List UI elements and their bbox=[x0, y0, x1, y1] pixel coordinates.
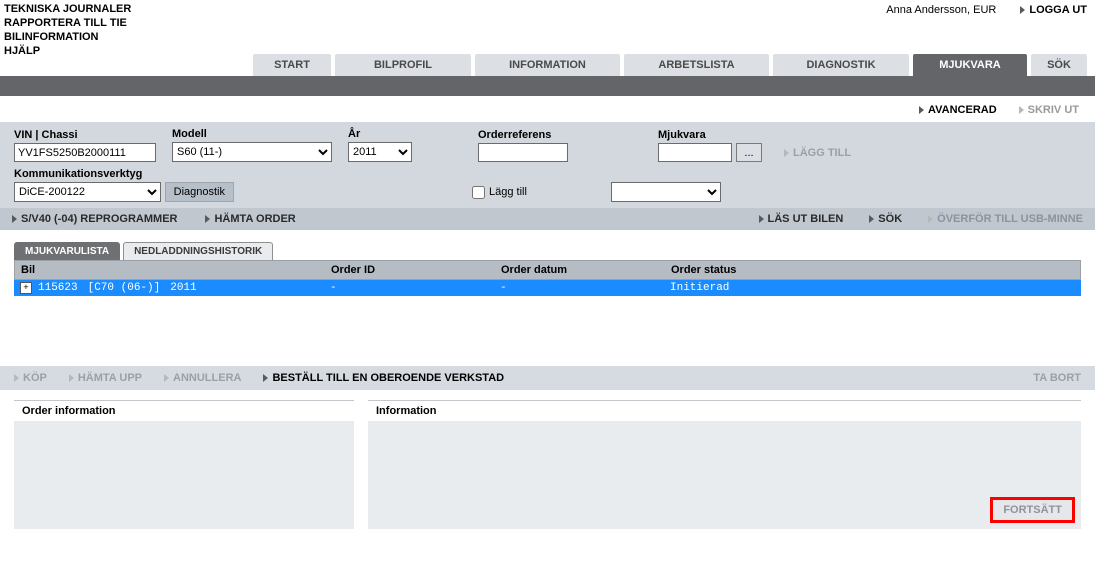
comm-select[interactable]: DiCE-200122 bbox=[14, 182, 161, 202]
search-link[interactable]: SÖK bbox=[869, 213, 902, 225]
fetch-order-link[interactable]: HÄMTA ORDER bbox=[205, 213, 295, 225]
th-orderid: Order ID bbox=[331, 264, 501, 276]
tab-start[interactable]: START bbox=[253, 54, 331, 76]
top-nav-links: TEKNISKA JOURNALER RAPPORTERA TILL TIE B… bbox=[4, 2, 131, 58]
usb-transfer-link: ÖVERFÖR TILL USB-MINNE bbox=[928, 213, 1083, 225]
comm-label: Kommunikationsverktyg bbox=[14, 168, 234, 180]
reprogrammer-link[interactable]: S/V40 (-04) REPROGRAMMER bbox=[12, 213, 177, 225]
action-bar: S/V40 (-04) REPROGRAMMER HÄMTA ORDER LÄS… bbox=[0, 208, 1095, 230]
row-year: 2011 bbox=[170, 282, 196, 294]
table-header: Bil Order ID Order datum Order status bbox=[14, 260, 1081, 280]
add-link: LÄGG TILL bbox=[784, 147, 851, 159]
info-title: Information bbox=[368, 401, 1081, 421]
th-orderdate: Order datum bbox=[501, 264, 671, 276]
caret-icon bbox=[69, 374, 74, 382]
link-report-tie[interactable]: RAPPORTERA TILL TIE bbox=[4, 16, 131, 30]
caret-icon bbox=[1020, 6, 1025, 14]
orderref-label: Orderreferens bbox=[478, 129, 598, 141]
tab-arbetslista[interactable]: ARBETSLISTA bbox=[624, 54, 769, 76]
software-browse-button[interactable]: ... bbox=[736, 143, 762, 162]
caret-icon bbox=[919, 106, 924, 114]
software-input[interactable] bbox=[658, 143, 732, 162]
print-link[interactable]: SKRIV UT bbox=[1019, 104, 1079, 116]
cancel-link: ANNULLERA bbox=[164, 372, 241, 384]
continue-button[interactable]: FORTSÄTT bbox=[990, 497, 1075, 523]
table-row[interactable]: + 115623 [C70 (06-)] 2011 - - Initierad bbox=[14, 280, 1081, 296]
lower-action-bar: KÖP HÄMTA UPP ANNULLERA BESTÄLL TILL EN … bbox=[0, 366, 1095, 390]
add-checkbox-label: Lägg till bbox=[489, 186, 527, 198]
order-info-body bbox=[14, 421, 354, 529]
main-nav-tabs: START BILPROFIL INFORMATION ARBETSLISTA … bbox=[0, 54, 1095, 76]
pickup-link: HÄMTA UPP bbox=[69, 372, 142, 384]
subtab-software-list[interactable]: MJUKVARULISTA bbox=[14, 242, 120, 260]
caret-icon bbox=[164, 374, 169, 382]
buy-link: KÖP bbox=[14, 372, 47, 384]
add-checkbox[interactable] bbox=[472, 186, 485, 199]
caret-icon bbox=[928, 215, 933, 223]
model-label: Modell bbox=[172, 128, 332, 140]
tab-bilprofil[interactable]: BILPROFIL bbox=[335, 54, 471, 76]
info-panel: Information FORTSÄTT bbox=[368, 400, 1081, 529]
th-orderstatus: Order status bbox=[671, 264, 1074, 276]
row-status: Initierad bbox=[670, 282, 1075, 294]
order-info-panel: Order information bbox=[14, 400, 354, 529]
caret-icon bbox=[869, 215, 874, 223]
link-help[interactable]: HJÄLP bbox=[4, 44, 131, 58]
extra-select[interactable] bbox=[611, 182, 721, 202]
diagnostik-button[interactable]: Diagnostik bbox=[165, 182, 234, 202]
model-select[interactable]: S60 (11-) bbox=[172, 142, 332, 162]
tab-sok[interactable]: SÖK bbox=[1031, 54, 1087, 76]
order-independent-link[interactable]: BESTÄLL TILL EN OBEROENDE VERKSTAD bbox=[263, 372, 504, 384]
caret-icon bbox=[759, 215, 764, 223]
info-body: FORTSÄTT bbox=[368, 421, 1081, 529]
vin-input[interactable] bbox=[14, 143, 156, 162]
caret-icon bbox=[263, 374, 268, 382]
caret-icon bbox=[205, 215, 210, 223]
tab-information[interactable]: INFORMATION bbox=[475, 54, 620, 76]
filter-panel: VIN | Chassi Modell S60 (11-) År 2011 Or… bbox=[0, 122, 1095, 208]
row-model: [C70 (06-)] bbox=[88, 282, 161, 294]
th-bil: Bil bbox=[21, 264, 331, 276]
link-journals[interactable]: TEKNISKA JOURNALER bbox=[4, 2, 131, 16]
year-select[interactable]: 2011 bbox=[348, 142, 412, 162]
advanced-link[interactable]: AVANCERAD bbox=[919, 104, 997, 116]
expand-icon[interactable]: + bbox=[20, 282, 32, 294]
tab-mjukvara[interactable]: MJUKVARA bbox=[913, 54, 1027, 76]
row-id: 115623 bbox=[38, 282, 78, 294]
read-car-link[interactable]: LÄS UT BILEN bbox=[759, 213, 844, 225]
subtab-download-history[interactable]: NEDLADDNINGSHISTORIK bbox=[123, 242, 273, 260]
tab-diagnostik[interactable]: DIAGNOSTIK bbox=[773, 54, 909, 76]
orderref-input[interactable] bbox=[478, 143, 568, 162]
caret-icon bbox=[1019, 106, 1024, 114]
remove-link: TA BORT bbox=[1033, 372, 1081, 384]
user-label: Anna Andersson, EUR bbox=[886, 4, 996, 16]
link-car-info[interactable]: BILINFORMATION bbox=[4, 30, 131, 44]
row-orderid: - bbox=[330, 282, 500, 294]
caret-icon bbox=[14, 374, 19, 382]
sub-tabs: MJUKVARULISTA NEDLADDNINGSHISTORIK bbox=[0, 230, 1095, 260]
row-orderdate: - bbox=[500, 282, 670, 294]
caret-icon bbox=[784, 149, 789, 157]
caret-icon bbox=[12, 215, 17, 223]
nav-bar bbox=[0, 76, 1095, 96]
logout-link[interactable]: LOGGA UT bbox=[1020, 4, 1087, 16]
vin-label: VIN | Chassi bbox=[14, 129, 156, 141]
year-label: År bbox=[348, 128, 412, 140]
order-info-title: Order information bbox=[14, 401, 354, 421]
software-label: Mjukvara bbox=[658, 129, 851, 141]
